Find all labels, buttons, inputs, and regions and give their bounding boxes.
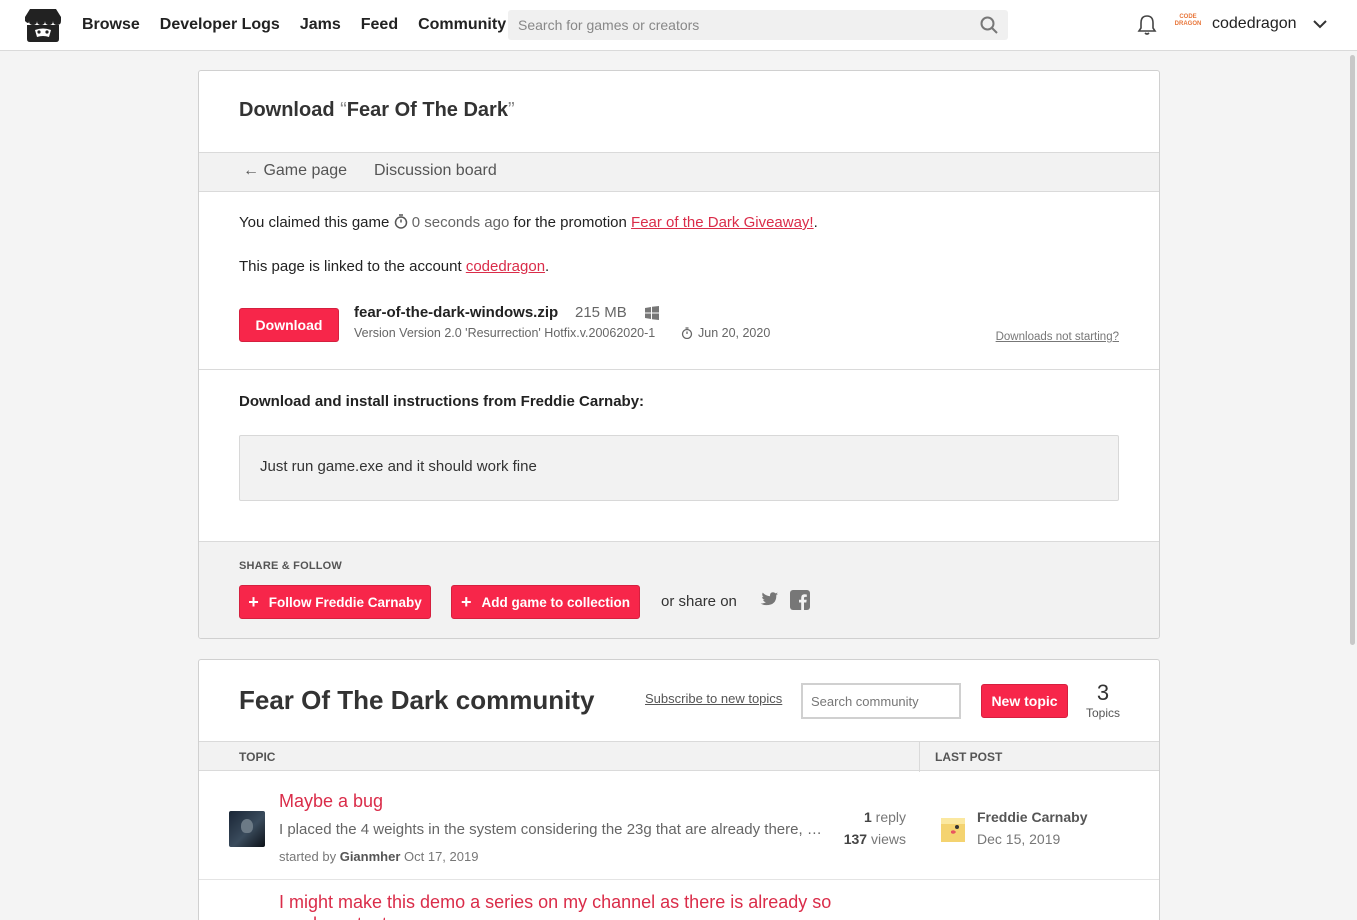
last-post-author[interactable]: Freddie Carnaby <box>977 809 1087 825</box>
file-size: 215 MB <box>575 304 627 321</box>
facebook-icon[interactable] <box>790 590 810 610</box>
instructions-box: Just run game.exe and it should work fin… <box>239 435 1119 501</box>
downloads-not-starting-link[interactable]: Downloads not starting? <box>996 331 1119 343</box>
follow-creator-button[interactable]: + Follow Freddie Carnaby <box>239 585 431 619</box>
column-last-post: LAST POST <box>935 750 1003 764</box>
stopwatch-icon <box>394 214 407 229</box>
download-button[interactable]: Download <box>239 308 339 342</box>
notifications-bell-icon[interactable] <box>1137 14 1157 36</box>
topic-author[interactable]: Gianmher <box>340 849 401 864</box>
plus-icon: + <box>248 591 259 612</box>
stopwatch-icon <box>681 327 693 339</box>
plus-icon: + <box>460 591 472 612</box>
nav-developer-logs[interactable]: Developer Logs <box>160 16 280 34</box>
game-page-link[interactable]: ← Game page <box>243 162 347 180</box>
topic-views: 137 views <box>843 831 906 847</box>
topics-table-header: TOPIC LAST POST <box>199 741 1159 772</box>
scrollbar-thumb[interactable] <box>1350 55 1355 645</box>
linked-account-notice: This page is linked to the account coded… <box>239 258 550 275</box>
share-follow-label: SHARE & FOLLOW <box>239 560 343 572</box>
topic-title[interactable]: Maybe a bug <box>279 791 383 812</box>
top-header: Browse Developer Logs Jams Feed Communit… <box>0 0 1357 51</box>
game-subnav: ← Game page Discussion board <box>199 152 1159 192</box>
claim-notice: You claimed this game 0 seconds ago for … <box>239 214 818 231</box>
main-nav: Browse Developer Logs Jams Feed Communit… <box>82 0 506 50</box>
search-icon[interactable] <box>980 16 998 34</box>
global-search <box>508 10 1008 40</box>
avatar[interactable] <box>229 811 265 847</box>
promotion-link[interactable]: Fear of the Dark Giveaway! <box>631 214 814 231</box>
back-arrow-icon: ← <box>243 162 259 179</box>
column-topic: TOPIC <box>239 750 276 764</box>
topic-excerpt: I placed the 4 weights in the system con… <box>279 821 827 838</box>
community-title: Fear Of The Dark community <box>239 685 595 715</box>
itchio-logo-icon[interactable] <box>24 7 62 43</box>
nav-feed[interactable]: Feed <box>361 16 398 34</box>
user-avatar[interactable]: CODE DRAGON <box>1174 14 1202 34</box>
page-scrollbar[interactable] <box>1349 51 1357 920</box>
avatar[interactable] <box>941 818 965 842</box>
community-panel: Fear Of The Dark community Subscribe to … <box>198 659 1160 920</box>
account-link[interactable]: codedragon <box>466 258 545 275</box>
file-version: Version Version 2.0 'Resurrection' Hotfi… <box>354 326 656 340</box>
share-follow-area: SHARE & FOLLOW + Follow Freddie Carnaby +… <box>199 541 1159 638</box>
topic-meta: started by Gianmher Oct 17, 2019 <box>279 849 479 864</box>
avatar-face <box>241 819 253 833</box>
windows-icon <box>645 306 659 320</box>
last-post-date: Dec 15, 2019 <box>977 831 1061 847</box>
topic-replies: 1 reply <box>863 809 906 825</box>
file-name: fear-of-the-dark-windows.zip <box>354 304 559 321</box>
nav-community[interactable]: Community <box>418 16 506 34</box>
divider <box>199 369 1159 370</box>
new-topic-button[interactable]: New topic <box>981 684 1068 718</box>
claim-time: 0 seconds ago <box>411 214 510 231</box>
file-date: Jun 20, 2020 <box>698 326 771 340</box>
topic-count: 3 <box>1096 680 1110 705</box>
nav-jams[interactable]: Jams <box>300 16 341 34</box>
column-separator <box>919 742 920 772</box>
subscribe-link[interactable]: Subscribe to new topics <box>645 691 782 706</box>
chevron-down-icon[interactable] <box>1312 17 1328 31</box>
download-panel: Download “Fear Of The Dark” ← Game page … <box>198 70 1160 639</box>
divider <box>199 879 1159 880</box>
add-to-collection-button[interactable]: + Add game to collection <box>451 585 640 619</box>
instructions-heading: Download and install instructions from F… <box>239 393 645 410</box>
community-search-input[interactable] <box>803 685 953 717</box>
topic-count-label: Topics <box>1085 706 1120 720</box>
topic-title[interactable]: I might make this demo a series on my ch… <box>279 891 839 920</box>
global-search-input[interactable] <box>508 10 968 40</box>
discussion-board-link[interactable]: Discussion board <box>374 162 497 180</box>
username[interactable]: codedragon <box>1212 15 1297 33</box>
page-title: Download “Fear Of The Dark” <box>239 99 515 121</box>
share-on-label: or share on <box>661 593 737 610</box>
nav-browse[interactable]: Browse <box>82 16 140 34</box>
community-search <box>801 683 961 719</box>
twitter-icon[interactable] <box>759 591 779 609</box>
